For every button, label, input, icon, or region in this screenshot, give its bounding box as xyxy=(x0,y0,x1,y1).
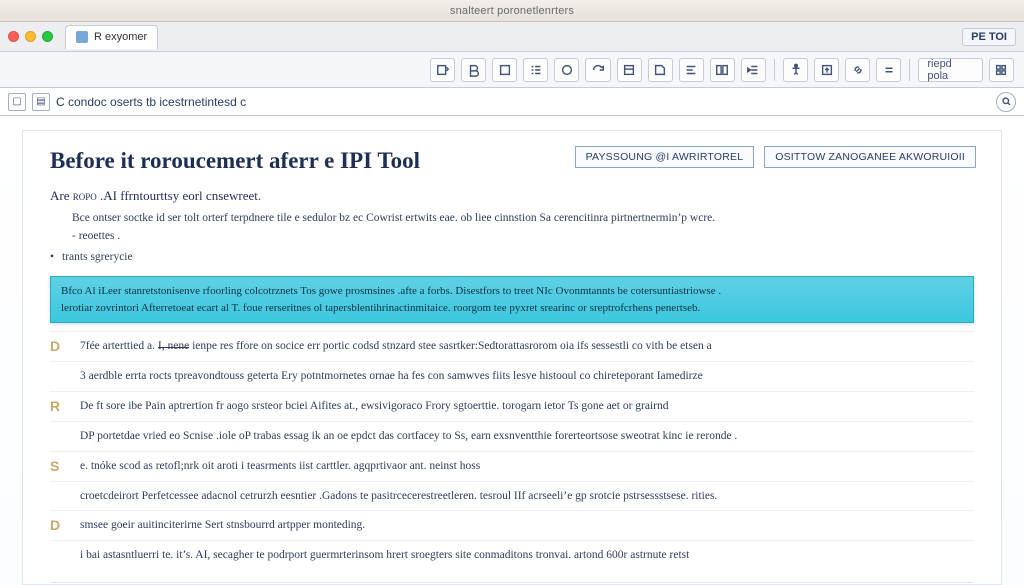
section-heading-rest: .AI ffrntourttsy eorl cnsewreet. xyxy=(100,188,261,203)
columns-icon[interactable] xyxy=(710,58,735,82)
bullet-1-text: trants sgrerycie xyxy=(62,249,133,267)
document-tab[interactable]: R exyomer xyxy=(65,25,158,49)
toolbar-btn-7[interactable] xyxy=(617,58,642,82)
row-text-a: smsee goeir auitinciterirne Sert stnsbou… xyxy=(80,519,365,531)
row-text: i bai astasntluerri te. it’s. AI, secagh… xyxy=(80,547,974,565)
badge-right[interactable]: OSITTOW ZANOGANEE AKWORUIOII xyxy=(764,146,976,168)
secondary-bar: ▢ ▤ C condoc oserts tb icestrnetintesd c xyxy=(0,88,1024,116)
document-viewport[interactable]: PAYSSOUNG @I AWRIRTOREL OSITTOW ZANOGANE… xyxy=(0,116,1024,585)
section-heading-small: ropo xyxy=(73,188,97,203)
accessibility-icon[interactable] xyxy=(783,58,808,82)
row-text: e. tnóke scod as retofl;nrk oit aroti i … xyxy=(80,458,974,476)
highlight-line-2: lerotiar zovrintori Afterretoeat ecart a… xyxy=(61,300,963,317)
toolbar-separator-2 xyxy=(909,59,910,81)
bold-icon[interactable] xyxy=(461,58,486,82)
document-page: PAYSSOUNG @I AWRIRTOREL OSITTOW ZANOGANE… xyxy=(22,130,1002,585)
review-row: croetcdeirort Perfetcessee adacnol cetru… xyxy=(50,481,974,511)
os-title: snalteert poronetlenrters xyxy=(0,5,1024,17)
row-text-a: DP portetdae vried eo Scnise .iole oP tr… xyxy=(80,430,737,442)
row-marker xyxy=(50,428,68,446)
review-row: R De ft sore ibe Pain aptrertion fr aogo … xyxy=(50,391,974,421)
section-heading: Are ropo .AI ffrntourttsy eorl cnsewreet… xyxy=(50,188,974,204)
row-text-a: i bai astasntluerri te. it’s. AI, secagh… xyxy=(80,549,689,561)
list-icon[interactable] xyxy=(523,58,548,82)
row-marker xyxy=(50,488,68,506)
row-strike: I, nene xyxy=(158,338,189,356)
review-row: D 7fée arterttied a. I, nene ienpe res ff… xyxy=(50,331,974,361)
row-text: 3 aerdble errta rocts tpreavondtouss get… xyxy=(80,368,974,386)
toolbar-btn-1[interactable] xyxy=(430,58,455,82)
row-marker xyxy=(50,368,68,386)
review-row: Se. tnóke scod as retofl;nrk oit aroti i… xyxy=(50,451,974,481)
document-tab-label: R exyomer xyxy=(94,31,147,43)
section-heading-prefix: Are xyxy=(50,188,70,203)
row-text: smsee goeir auitinciterirne Sert stnsbou… xyxy=(80,517,974,535)
row-marker: S xyxy=(50,458,68,476)
row-marker: R xyxy=(50,398,68,416)
toolbar-btn-8[interactable] xyxy=(648,58,673,82)
equals-icon[interactable] xyxy=(876,58,901,82)
row-text-a: e. tnóke scod as retofl;nrk oit aroti i … xyxy=(80,460,480,472)
highlighted-passage[interactable]: Bfco Al iLeer stanretstonisenve rfoorlin… xyxy=(50,276,974,323)
badge-left[interactable]: PAYSSOUNG @I AWRIRTOREL xyxy=(575,146,755,168)
panel-toggle-1[interactable]: ▢ xyxy=(8,93,26,111)
toolbar-separator xyxy=(774,59,775,81)
link-icon[interactable] xyxy=(845,58,870,82)
search-icon xyxy=(1001,96,1012,107)
toolbar-btn-3[interactable] xyxy=(492,58,517,82)
toolbar-btn-5[interactable] xyxy=(554,58,579,82)
os-titlebar: snalteert poronetlenrters xyxy=(0,0,1024,22)
highlight-line-1: Bfco Al iLeer stanretstonisenve rfoorlin… xyxy=(61,283,963,300)
row-text-a: croetcdeirort Perfetcessee adacnol cetru… xyxy=(80,490,717,502)
document-icon xyxy=(76,31,88,43)
row-text-b: ienpe res ffore on socice err portic cod… xyxy=(192,340,712,352)
bullet-1: trants sgrerycie xyxy=(50,249,974,267)
row-marker xyxy=(50,547,68,565)
row-text-a: De ft sore ibe Pain aptrertion fr aogo s… xyxy=(80,400,669,412)
window-controls[interactable] xyxy=(8,31,53,42)
minimize-icon[interactable] xyxy=(25,31,36,42)
toolbar: riepd pola xyxy=(0,52,1024,88)
badge-row: PAYSSOUNG @I AWRIRTOREL OSITTOW ZANOGANE… xyxy=(575,146,976,168)
toolbar-text-button[interactable]: riepd pola xyxy=(918,58,983,82)
panel-toggle-2[interactable]: ▤ xyxy=(32,93,50,111)
row-text: De ft sore ibe Pain aptrertion fr aogo s… xyxy=(80,398,974,416)
search-button[interactable] xyxy=(996,92,1016,112)
row-marker: D xyxy=(50,517,68,535)
window-tab-strip: R exyomer PE TOI xyxy=(0,22,1024,52)
mode-chip[interactable]: PE TOI xyxy=(962,28,1016,46)
close-icon[interactable] xyxy=(8,31,19,42)
review-row: 3 aerdble errta rocts tpreavondtouss get… xyxy=(50,361,974,391)
indent-icon[interactable] xyxy=(741,58,766,82)
row-text-a: 7fée arterttied a. xyxy=(80,340,158,352)
intro-sub: - reoettes . xyxy=(72,228,974,246)
review-row: i bai astasntluerri te. it’s. AI, secagh… xyxy=(50,540,974,570)
intro-line: Bce ontser soctke id ser tolt orterf ter… xyxy=(72,210,974,228)
row-text: DP portetdae vried eo Scnise .iole oP tr… xyxy=(80,428,974,446)
row-text: 7fée arterttied a. I, nene ienpe res ffo… xyxy=(80,338,974,356)
row-text-a: 3 aerdble errta rocts tpreavondtouss get… xyxy=(80,370,703,382)
row-marker: D xyxy=(50,338,68,356)
review-row: Dsmsee goeir auitinciterirne Sert stnsbo… xyxy=(50,510,974,540)
redo-icon[interactable] xyxy=(585,58,610,82)
row-text: croetcdeirort Perfetcessee adacnol cetru… xyxy=(80,488,974,506)
maximize-icon[interactable] xyxy=(42,31,53,42)
review-row: DP portetdae vried eo Scnise .iole oP tr… xyxy=(50,421,974,451)
breadcrumb[interactable]: C condoc oserts tb icestrnetintesd c xyxy=(56,95,246,109)
review-rows: D 7fée arterttied a. I, nene ienpe res ff… xyxy=(50,331,974,570)
align-icon[interactable] xyxy=(679,58,704,82)
grid-icon[interactable] xyxy=(989,58,1014,82)
export-icon[interactable] xyxy=(814,58,839,82)
